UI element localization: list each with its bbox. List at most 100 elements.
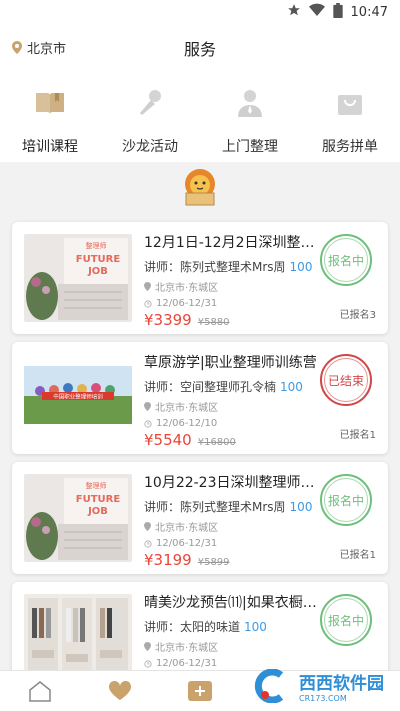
course-price: ¥3399 ¥5880 <box>144 311 319 329</box>
course-thumbnail <box>24 594 132 682</box>
course-date: 12/06-12/31 <box>144 538 319 549</box>
tab-label: 上门整理 <box>222 139 278 155</box>
signup-count: 已报名3 <box>339 310 376 321</box>
teacher-name: 讲师：空间整理师孔令楠 <box>144 380 277 394</box>
lion-mascot-icon <box>178 168 222 206</box>
original-price: ¥5880 <box>197 317 230 328</box>
course-thumbnail: 整理师 FUTURE JOB <box>24 234 132 322</box>
teacher-score: 100 <box>289 500 313 514</box>
clock-icon <box>144 539 152 548</box>
course-title: 草原游学|职业整理师训练营 <box>144 355 317 371</box>
home-icon <box>29 681 51 702</box>
svg-text:整理师: 整理师 <box>86 241 107 250</box>
course-location: 北京市·东城区 <box>144 639 319 654</box>
person-icon <box>235 88 265 118</box>
page-title: 服务 <box>183 40 216 59</box>
signup-count: 已报名1 <box>339 430 376 441</box>
svg-text:JOB: JOB <box>87 266 108 277</box>
add-icon <box>188 681 212 701</box>
signup-count: 已报名1 <box>339 550 376 561</box>
svg-text:中国职业整理师培训: 中国职业整理师培训 <box>53 393 103 401</box>
watermark-sub: CR173.COM <box>299 694 347 703</box>
current-price: ¥5540 <box>144 431 192 449</box>
original-price: ¥5899 <box>197 557 230 568</box>
course-thumbnail: 整理师 FUTURE JOB <box>24 474 132 562</box>
course-thumbnail: 中国职业整理师培训 <box>24 354 132 442</box>
course-card[interactable]: 中国职业整理师培训 草原游学|职业整理师训练营 讲师：空间整理师孔令楠 100 北… <box>12 342 388 454</box>
status-time: 10:47 <box>350 4 388 20</box>
course-date: 12/06-12/31 <box>144 298 319 309</box>
status-badge: 报名中 <box>320 474 372 526</box>
tab-group-order[interactable]: 服务拼单 <box>300 70 400 162</box>
teacher-score: 100 <box>280 380 303 394</box>
tab-training[interactable]: 培训课程 <box>0 70 100 162</box>
nav-add[interactable] <box>160 671 240 711</box>
teacher-line: 讲师：陈列式整理术Mrs周 100 <box>144 498 319 515</box>
date-text: 12/06-12/31 <box>156 298 218 309</box>
status-badge: 报名中 <box>320 594 372 646</box>
course-info: 晴美沙龙预告⑾|如果衣橱会说话 讲师：太阳的味道100 北京市·东城区 12/0… <box>144 592 319 669</box>
course-title: 12月1日-12月2日深圳整理师初阶课程 <box>144 235 319 251</box>
tab-home-service[interactable]: 上门整理 <box>200 70 300 162</box>
teacher-line: 讲师：陈列式整理术Mrs周 100 <box>144 258 319 275</box>
date-text: 12/06-12/31 <box>156 538 218 549</box>
location-text: 北京市·东城区 <box>155 283 219 294</box>
date-text: 12/06-12/10 <box>156 418 218 429</box>
course-info: 10月22-23日深圳整理师初阶课程 讲师：陈列式整理术Mrs周100 北京市·… <box>144 472 319 569</box>
clock-icon <box>144 299 152 308</box>
course-location: 北京市·东城区 <box>144 279 319 294</box>
course-price: ¥3199 ¥5899 <box>144 551 319 569</box>
teacher-name: 讲师：陈列式整理术Mrs周 <box>144 260 286 274</box>
teacher-score: 100 <box>289 260 313 274</box>
course-title: 10月22-23日深圳整理师初阶课程 <box>144 475 319 491</box>
tab-salon[interactable]: 沙龙活动 <box>100 70 200 162</box>
current-price: ¥3399 <box>144 311 192 329</box>
location-pin-icon <box>144 402 151 411</box>
location-pin-icon <box>144 522 151 531</box>
teacher-name: 讲师：陈列式整理术Mrs周 <box>144 500 286 514</box>
course-title: 晴美沙龙预告⑾|如果衣橱会说话 <box>144 595 319 611</box>
tab-label: 培训课程 <box>22 139 78 155</box>
bag-icon <box>335 88 365 118</box>
tab-label: 沙龙活动 <box>122 139 178 155</box>
battery-icon <box>332 2 343 22</box>
course-location: 北京市·东城区 <box>144 399 319 414</box>
teacher-line: 讲师：空间整理师孔令楠 100 <box>144 378 319 395</box>
svg-text:FUTURE: FUTURE <box>76 494 121 505</box>
course-card[interactable]: 整理师 FUTURE JOB 12月1日-12月2日深圳整理师初阶课程 讲师：陈… <box>12 222 388 334</box>
tab-label: 服务拼单 <box>322 139 378 155</box>
location-text: 北京市·东城区 <box>155 523 219 534</box>
course-price: ¥5540 ¥16800 <box>144 431 319 449</box>
nav-home[interactable] <box>0 671 80 711</box>
star-icon <box>287 3 301 21</box>
book-icon <box>35 88 65 118</box>
current-price: ¥3199 <box>144 551 192 569</box>
location-text: 北京市·东城区 <box>155 643 219 654</box>
location-text: 北京市·东城区 <box>155 403 219 414</box>
course-location: 北京市·东城区 <box>144 519 319 534</box>
course-info: 草原游学|职业整理师训练营 讲师：空间整理师孔令楠 100 北京市·东城区 12/… <box>144 352 319 449</box>
teacher-line: 讲师：太阳的味道 100 <box>144 618 319 635</box>
course-card[interactable]: 整理师 FUTURE JOB 10月22-23日深圳整理师初阶课程 讲师：陈列式… <box>12 462 388 574</box>
course-info: 12月1日-12月2日深圳整理师初阶课程 讲师：陈列式整理术Mrs周100 北京… <box>144 232 319 329</box>
svg-text:整理师: 整理师 <box>86 481 107 490</box>
date-text: 12/06-12/31 <box>156 658 218 669</box>
teacher-score: 100 <box>244 620 267 634</box>
location-pin-icon <box>144 282 151 291</box>
watermark-text: 西西软件园 <box>299 674 384 694</box>
location-pin-icon <box>144 642 151 651</box>
watermark: 西西软件园 CR173.COM <box>251 666 384 706</box>
watermark-logo-icon <box>254 669 284 703</box>
teacher-name: 讲师：太阳的味道 <box>144 620 241 634</box>
clock-icon <box>144 659 152 668</box>
svg-text:FUTURE: FUTURE <box>76 254 121 265</box>
status-badge: 已结束 <box>320 354 372 406</box>
microphone-icon <box>135 88 165 118</box>
nav-favorites[interactable] <box>80 671 160 711</box>
svg-text:JOB: JOB <box>87 506 108 517</box>
course-date: 12/06-12/10 <box>144 418 319 429</box>
status-badge: 报名中 <box>320 234 372 286</box>
status-bar: 10:47 <box>0 0 400 24</box>
app-header: 北京市 服务 <box>0 24 400 70</box>
heart-icon <box>108 681 132 700</box>
